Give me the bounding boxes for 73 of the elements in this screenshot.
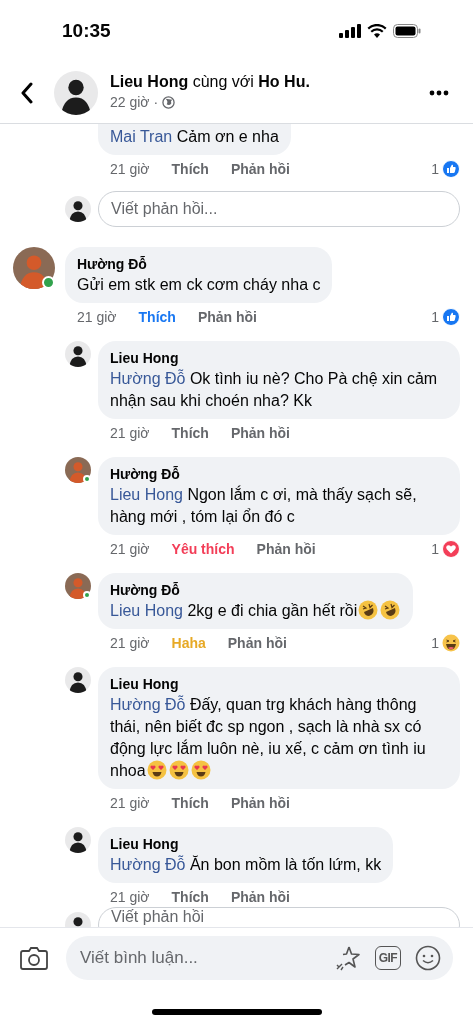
mention-link[interactable]: Hường Đỗ — [110, 856, 186, 873]
comment-field[interactable]: Viết bình luận... — [80, 944, 321, 971]
rolling-laughing-face-icon — [380, 600, 401, 620]
comment-text: Hường Đỗ Đấy, quan trg khách hàng thông thái, nên biết đc sp ngon , sạch là nhà sx có động lực lắm luôn nè, iu xế, c cảm ơn tình iu nhoa — [110, 694, 427, 782]
wifi-icon — [367, 24, 387, 38]
comment-time: 21 giờ — [110, 539, 150, 559]
rolling-laughing-face-icon — [358, 600, 379, 620]
reply-button[interactable]: Phản hồi — [227, 632, 287, 654]
commenter-name[interactable]: Lieu Hong — [110, 348, 448, 368]
mention-link[interactable]: Mai Tran — [110, 128, 173, 145]
reply-button[interactable]: Phản hồi — [230, 422, 290, 444]
commenter-name[interactable]: Hường Đỗ — [110, 464, 448, 484]
reply-field[interactable]: Viết phản hồi — [98, 907, 460, 927]
status-time: 10:35 — [62, 18, 111, 43]
avatar[interactable] — [65, 196, 91, 222]
heart-eyes-face-icon — [146, 760, 167, 780]
camera-icon[interactable] — [20, 945, 48, 970]
reply-button[interactable]: Phản hồi — [230, 158, 290, 180]
like-button[interactable]: Thích — [171, 792, 209, 814]
mention-link[interactable]: Lieu Hong — [110, 486, 183, 503]
comment-text: Hường Đỗ Ok tình iu nè? Cho Pà chệ xin cảm nhận sau khi choén nha? Kk — [110, 368, 439, 411]
gif-button[interactable]: GIF — [374, 945, 401, 970]
avatar[interactable] — [54, 70, 98, 115]
comment-text: Mai Tran Cảm ơn e nha — [110, 127, 279, 147]
reaction-count: 1 — [431, 633, 439, 653]
mention-link[interactable]: Hường Đỗ — [110, 370, 186, 387]
battery-icon — [393, 24, 421, 38]
globe-icon — [162, 96, 176, 109]
reply-button[interactable]: Phản hồi — [230, 792, 290, 814]
back-icon[interactable] — [20, 81, 34, 104]
reaction-count: 1 — [431, 539, 439, 559]
like-icon — [442, 160, 460, 178]
comment-text: Gửi em stk em ck cơm cháy nha c — [77, 275, 321, 295]
comment-text: Hường Đỗ Ăn bon mồm là tốn lứm, kk — [110, 854, 382, 875]
like-button[interactable]: Thích — [171, 158, 209, 180]
comment-time: 21 giờ — [110, 887, 150, 907]
comment-bar[interactable]: Viết bình luận... GIF — [66, 935, 453, 980]
like-button[interactable]: Thích — [138, 306, 176, 328]
post-time: 22 giờ · — [110, 93, 159, 112]
commenter-name[interactable]: Hường Đỗ — [110, 580, 402, 600]
heart-eyes-face-icon — [168, 760, 189, 780]
commenter-name[interactable]: Lieu Hong — [110, 834, 382, 854]
comment-time: 21 giờ — [77, 307, 117, 327]
comment-time: 21 giờ — [110, 633, 150, 653]
commenter-name[interactable]: Hường Đỗ — [77, 254, 321, 274]
signal-icon — [339, 24, 361, 38]
comment-time: 21 giờ — [110, 423, 150, 443]
reaction-count: 1 — [431, 159, 439, 179]
avatar[interactable] — [65, 827, 91, 853]
heart-eyes-face-icon — [190, 760, 211, 780]
sparkle-star-icon[interactable] — [334, 944, 361, 971]
like-button[interactable]: Thích — [171, 886, 209, 908]
reply-field[interactable]: Viết phản hồi... — [98, 191, 460, 227]
mention-link[interactable]: Hường Đỗ — [110, 696, 186, 713]
like-icon — [442, 308, 460, 326]
more-icon[interactable] — [429, 89, 449, 96]
reaction-count: 1 — [431, 307, 439, 327]
avatar[interactable] — [65, 341, 91, 367]
mention-link[interactable]: Lieu Hong — [110, 602, 183, 619]
comment-text: Lieu Hong Ngon lắm c ơi, mà thấy sạch sẽ, hàng mới , tóm lại ổn đó c — [110, 484, 418, 527]
like-button[interactable]: Thích — [171, 422, 209, 444]
laughing-face-icon — [442, 634, 460, 652]
emoji-icon[interactable] — [415, 944, 441, 971]
comment-text: Lieu Hong 2kg e đi chia gần hết rồi — [110, 600, 402, 622]
reply-button[interactable]: Phản hồi — [256, 538, 316, 560]
reply-button[interactable]: Phản hồi — [197, 306, 257, 328]
comment-time: 21 giờ — [110, 159, 150, 179]
like-button[interactable]: Yêu thích — [171, 538, 235, 560]
commenter-name[interactable]: Lieu Hong — [110, 674, 448, 694]
post-title: Lieu Hong cùng với Ho Hu. — [110, 72, 310, 92]
reply-button[interactable]: Phản hồi — [230, 886, 290, 908]
comment-time: 21 giờ — [110, 793, 150, 813]
avatar[interactable] — [65, 667, 91, 693]
